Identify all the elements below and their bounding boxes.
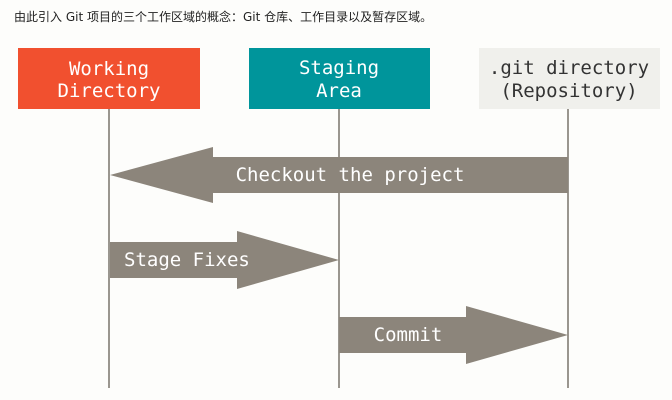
working-directory-label-line2: Directory	[58, 80, 161, 102]
checkout-arrow-label: Checkout the project	[236, 164, 465, 186]
page: 由此引入 Git 项目的三个工作区域的概念：Git 仓库、工作目录以及暂存区域。…	[0, 0, 672, 400]
stage-fixes-arrow-label: Stage Fixes	[124, 249, 250, 271]
staging-area-label-line1: Staging	[299, 57, 379, 79]
commit-arrow-label: Commit	[374, 324, 443, 346]
repository-label-line2: (Repository)	[500, 80, 637, 102]
working-directory-label-line1: Working	[69, 58, 149, 80]
staging-area-label-line2: Area	[316, 80, 362, 102]
git-areas-diagram: Working Directory Staging Area .git dire…	[18, 48, 660, 388]
repository-label-line1: .git directory	[489, 57, 649, 79]
